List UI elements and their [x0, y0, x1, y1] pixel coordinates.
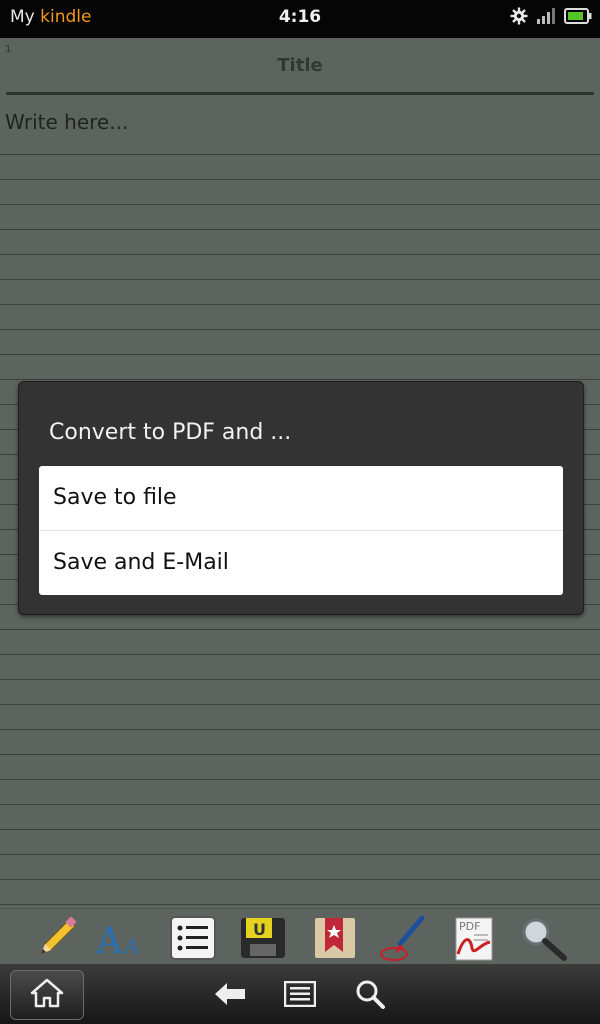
- convert-pdf-dialog: Convert to PDF and ... Save to file Save…: [18, 381, 584, 615]
- page-number: 1: [5, 44, 12, 55]
- bookmark-icon[interactable]: [310, 913, 360, 963]
- save-and-email-option[interactable]: Save and E-Mail: [39, 530, 563, 595]
- font-icon[interactable]: A A: [96, 913, 146, 963]
- list-icon[interactable]: [168, 913, 218, 963]
- home-icon: [30, 978, 64, 1012]
- search-icon[interactable]: [352, 976, 388, 1012]
- title-divider: [6, 92, 594, 95]
- pencil-icon[interactable]: [30, 913, 80, 963]
- status-icons: [510, 7, 592, 29]
- save-disk-icon[interactable]: U: [238, 913, 288, 963]
- save-to-file-option[interactable]: Save to file: [39, 466, 563, 530]
- note-title[interactable]: Title: [0, 55, 600, 76]
- battery-icon: [564, 8, 592, 28]
- svg-text:U: U: [253, 920, 266, 939]
- status-bar: My kindle 4:16: [0, 0, 600, 38]
- navigation-bar: [0, 964, 600, 1024]
- svg-text:A: A: [123, 934, 139, 958]
- menu-icon[interactable]: [282, 976, 318, 1012]
- editor-toolbar: A A U PDF: [0, 908, 600, 965]
- svg-text:PDF: PDF: [459, 920, 480, 933]
- magnifier-icon[interactable]: [518, 913, 568, 963]
- signal-icon: [536, 8, 556, 28]
- brush-icon[interactable]: [378, 913, 428, 963]
- home-button[interactable]: [10, 970, 84, 1020]
- note-body-text[interactable]: Write here...: [5, 110, 128, 134]
- svg-text:A: A: [96, 919, 123, 962]
- dialog-options: Save to file Save and E-Mail: [39, 466, 563, 595]
- back-icon[interactable]: [212, 976, 248, 1012]
- pdf-icon[interactable]: PDF: [448, 913, 498, 963]
- gear-icon[interactable]: [510, 7, 528, 29]
- dialog-title: Convert to PDF and ...: [49, 420, 292, 445]
